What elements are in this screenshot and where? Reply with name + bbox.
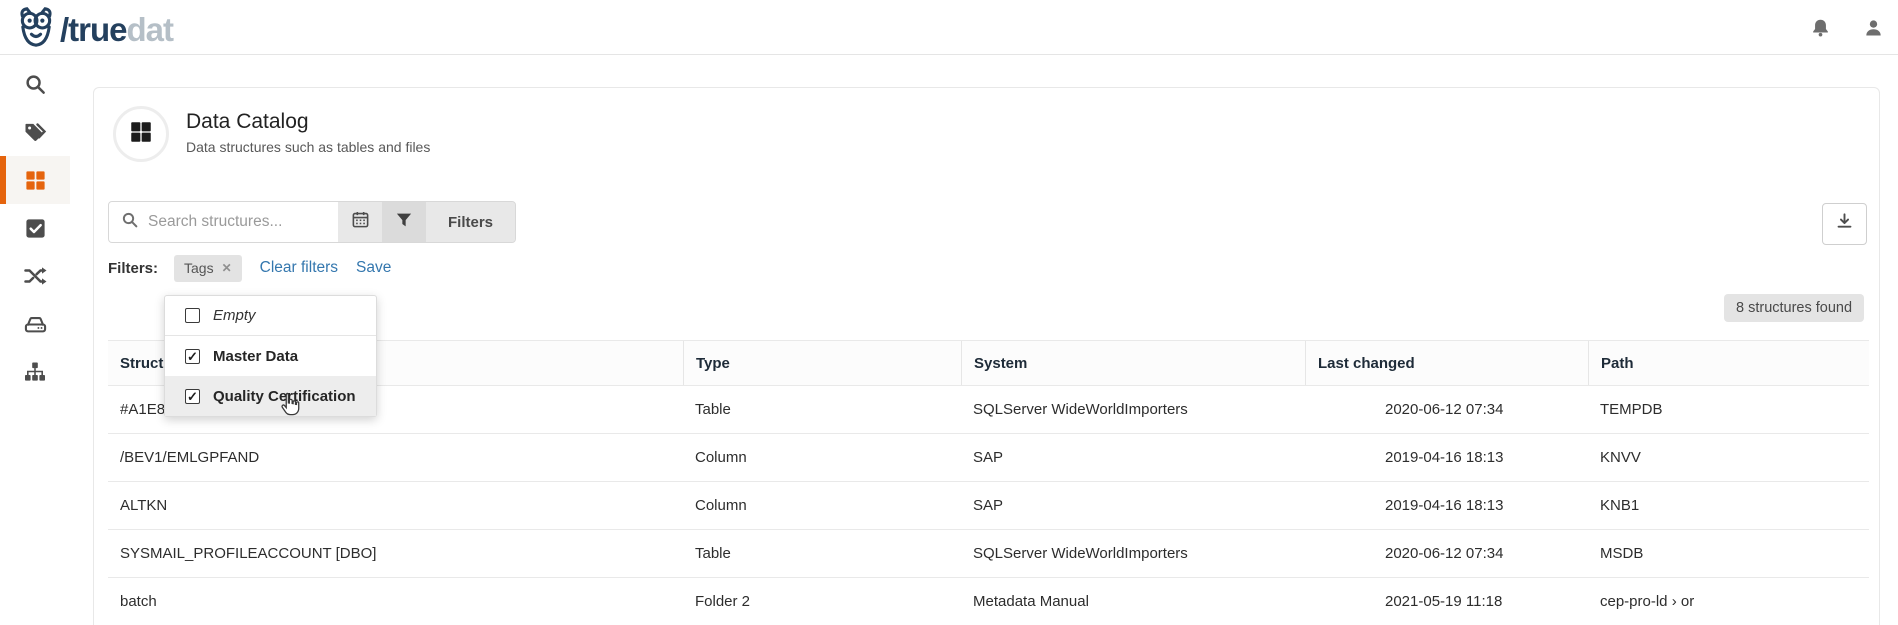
search-icon bbox=[24, 73, 47, 96]
app-screen: /truedat bbox=[0, 0, 1898, 625]
column-header-type[interactable]: Type bbox=[683, 341, 961, 385]
owl-icon bbox=[16, 6, 56, 53]
table-row[interactable]: SYSMAIL_PROFILEACCOUNT [DBO] Table SQLSe… bbox=[108, 530, 1869, 578]
search-icon bbox=[121, 211, 139, 234]
calendar-button[interactable] bbox=[338, 202, 382, 242]
bell-icon[interactable] bbox=[1810, 17, 1831, 39]
sitemap-icon bbox=[23, 360, 47, 384]
checkbox-unchecked[interactable] bbox=[185, 308, 200, 323]
dropdown-option-quality-certification[interactable]: ✓ Quality Certification bbox=[165, 376, 376, 416]
checkbox-checked[interactable]: ✓ bbox=[185, 349, 200, 364]
search-toolbar: Filters bbox=[108, 201, 516, 243]
cell-type: Column bbox=[683, 482, 961, 529]
close-icon[interactable]: ✕ bbox=[222, 261, 232, 275]
dropdown-option-empty[interactable]: Empty bbox=[165, 296, 376, 336]
cell-type: Table bbox=[683, 530, 961, 577]
sidebar-item-taxonomy[interactable] bbox=[0, 348, 70, 396]
hard-drive-icon bbox=[23, 312, 48, 337]
filter-chip-tags[interactable]: Tags ✕ bbox=[174, 255, 242, 282]
sidebar-item-systems[interactable] bbox=[0, 300, 70, 348]
dropdown-option-label: Empty bbox=[213, 307, 256, 324]
column-header-path[interactable]: Path bbox=[1588, 341, 1869, 385]
cell-structure[interactable]: /BEV1/EMLGPFAND bbox=[108, 434, 683, 481]
filter-chip-label: Tags bbox=[184, 260, 214, 276]
cell-last-changed: 2019-04-16 18:13 bbox=[1305, 482, 1588, 529]
content-card: Data Catalog Data structures such as tab… bbox=[93, 87, 1880, 625]
sidebar bbox=[0, 56, 70, 625]
cell-structure[interactable]: batch bbox=[108, 578, 683, 625]
cell-last-changed: 2021-05-19 11:18 bbox=[1305, 578, 1588, 625]
cell-last-changed: 2020-06-12 07:34 bbox=[1305, 386, 1588, 433]
save-filters-link[interactable]: Save bbox=[356, 259, 391, 277]
filters-bar-label: Filters: bbox=[108, 260, 158, 277]
cell-type: Folder 2 bbox=[683, 578, 961, 625]
cell-system: Metadata Manual bbox=[961, 578, 1305, 625]
dropdown-option-label: Master Data bbox=[213, 348, 298, 365]
grid-icon bbox=[24, 169, 47, 192]
logo-wordmark: /truedat bbox=[60, 10, 173, 50]
page-subtitle: Data structures such as tables and files bbox=[186, 139, 430, 155]
column-header-last-changed[interactable]: Last changed bbox=[1305, 341, 1588, 385]
filter-funnel-button[interactable] bbox=[382, 202, 426, 242]
page-icon-circle bbox=[113, 106, 169, 162]
cell-path: cep-pro-ld › or bbox=[1588, 578, 1869, 625]
cell-structure[interactable]: ALTKN bbox=[108, 482, 683, 529]
column-header-system[interactable]: System bbox=[961, 341, 1305, 385]
cell-system: SQLServer WideWorldImporters bbox=[961, 530, 1305, 577]
page-title: Data Catalog bbox=[186, 110, 309, 134]
cell-path: TEMPDB bbox=[1588, 386, 1869, 433]
table-row[interactable]: batch Folder 2 Metadata Manual 2021-05-1… bbox=[108, 578, 1869, 625]
grid-icon bbox=[128, 119, 154, 150]
sidebar-item-lineage[interactable] bbox=[0, 252, 70, 300]
calendar-icon bbox=[351, 210, 370, 234]
download-button[interactable] bbox=[1822, 203, 1867, 245]
table-row[interactable]: ALTKN Column SAP 2019-04-16 18:13 KNB1 bbox=[108, 482, 1869, 530]
check-square-icon bbox=[24, 217, 47, 240]
top-bar: /truedat bbox=[0, 0, 1898, 55]
checkbox-checked[interactable]: ✓ bbox=[185, 389, 200, 404]
sidebar-item-search[interactable] bbox=[0, 60, 70, 108]
results-count-badge: 8 structures found bbox=[1724, 294, 1864, 322]
dropdown-option-label: Quality Certification bbox=[213, 388, 356, 405]
download-icon bbox=[1835, 212, 1854, 236]
cell-structure[interactable]: SYSMAIL_PROFILEACCOUNT [DBO] bbox=[108, 530, 683, 577]
search-box bbox=[109, 202, 338, 242]
tags-filter-dropdown: Empty ✓ Master Data ✓ Quality Certificat… bbox=[164, 295, 377, 417]
cell-system: SAP bbox=[961, 434, 1305, 481]
cell-system: SAP bbox=[961, 482, 1305, 529]
filters-button[interactable]: Filters bbox=[426, 202, 515, 242]
cell-path: KNB1 bbox=[1588, 482, 1869, 529]
clear-filters-link[interactable]: Clear filters bbox=[260, 259, 338, 277]
search-input[interactable] bbox=[148, 213, 318, 231]
sidebar-item-quality[interactable] bbox=[0, 204, 70, 252]
cell-path: KNVV bbox=[1588, 434, 1869, 481]
filters-button-label: Filters bbox=[448, 214, 493, 231]
cell-system: SQLServer WideWorldImporters bbox=[961, 386, 1305, 433]
sidebar-item-data-catalog[interactable] bbox=[0, 156, 70, 204]
active-filters-bar: Filters: Tags ✕ Clear filters Save bbox=[108, 254, 391, 282]
cell-type: Table bbox=[683, 386, 961, 433]
dropdown-option-master-data[interactable]: ✓ Master Data bbox=[165, 336, 376, 376]
cell-path: MSDB bbox=[1588, 530, 1869, 577]
cell-last-changed: 2020-06-12 07:34 bbox=[1305, 530, 1588, 577]
cell-type: Column bbox=[683, 434, 961, 481]
table-row[interactable]: /BEV1/EMLGPFAND Column SAP 2019-04-16 18… bbox=[108, 434, 1869, 482]
sidebar-item-tags[interactable] bbox=[0, 108, 70, 156]
shuffle-icon bbox=[23, 264, 47, 288]
tags-icon bbox=[23, 120, 47, 144]
truedat-logo[interactable]: /truedat bbox=[16, 6, 173, 53]
cell-last-changed: 2019-04-16 18:13 bbox=[1305, 434, 1588, 481]
user-icon[interactable] bbox=[1863, 17, 1884, 39]
filter-funnel-icon bbox=[395, 211, 413, 234]
